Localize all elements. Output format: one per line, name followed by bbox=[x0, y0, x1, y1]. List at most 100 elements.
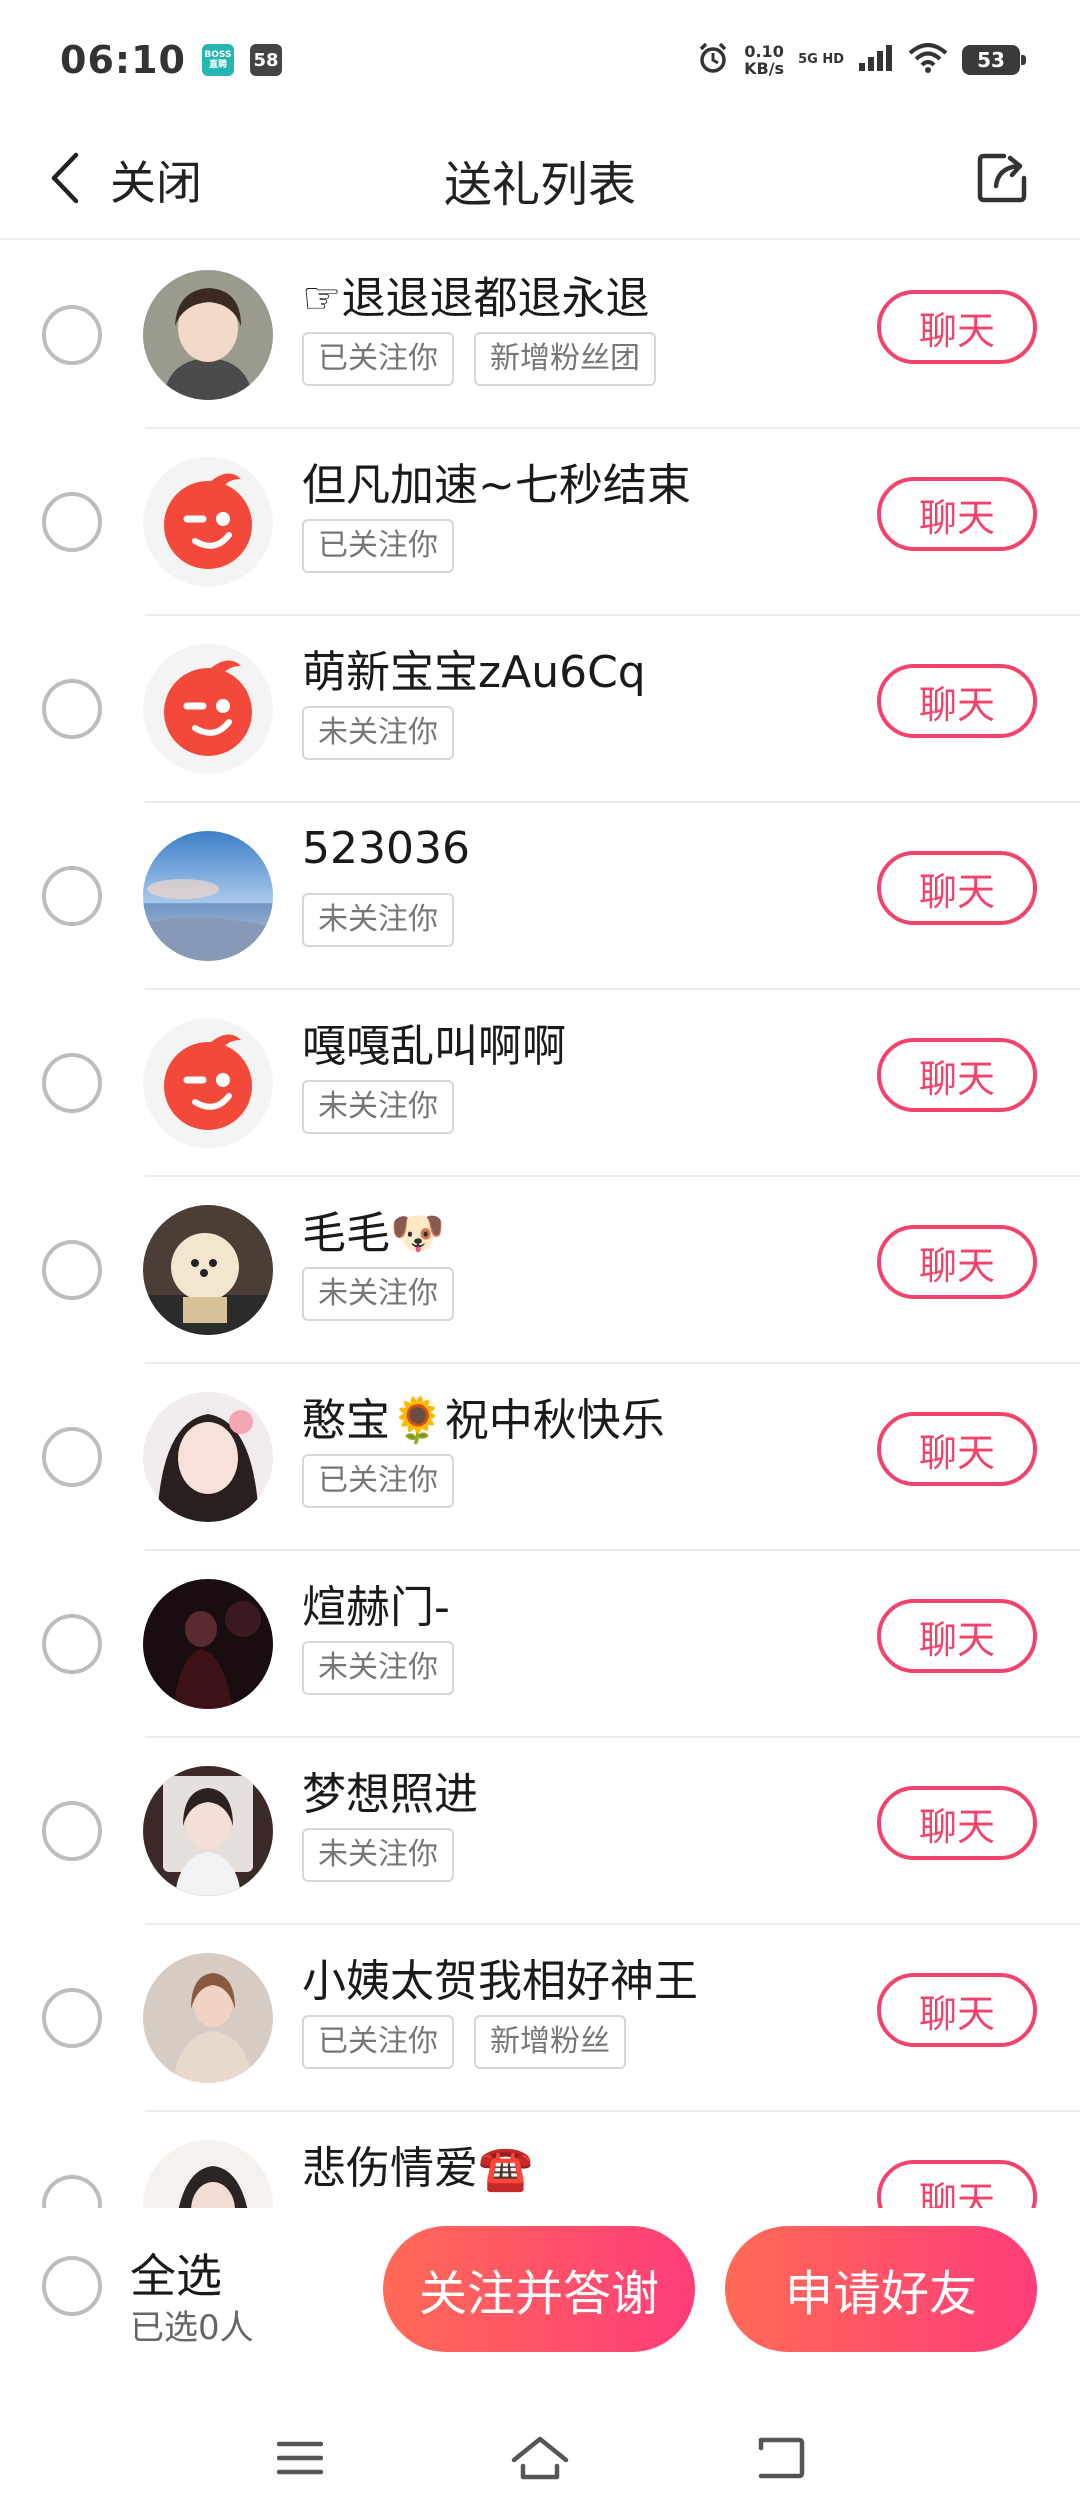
chat-button[interactable]: 聊天 bbox=[877, 664, 1037, 738]
avatar[interactable] bbox=[143, 2140, 273, 2208]
row-checkbox[interactable] bbox=[42, 305, 102, 365]
tag-group: 未关注你 bbox=[302, 1080, 454, 1134]
share-icon bbox=[974, 150, 1030, 210]
follow-and-thank-button[interactable]: 关注并答谢 bbox=[383, 2226, 695, 2352]
selected-count: 已选0人 bbox=[130, 2308, 254, 2348]
tag-group: 未关注你 bbox=[302, 706, 454, 760]
row-checkbox[interactable] bbox=[42, 1614, 102, 1674]
list-item[interactable]: 但凡加速~七秒结束 已关注你 聊天 bbox=[0, 429, 1080, 616]
list-item[interactable]: ☞退退退都退永退 已关注你 新增粉丝团 聊天 bbox=[0, 242, 1080, 429]
status-time: 06:10 bbox=[60, 38, 186, 82]
avatar[interactable] bbox=[143, 270, 273, 400]
list-item[interactable]: 煊赫门- 未关注你 聊天 bbox=[0, 1551, 1080, 1738]
row-checkbox[interactable] bbox=[42, 1427, 102, 1487]
status-bar: 06:10 BOSS直聘 58 0.10 KB/s 5G HD 53 bbox=[0, 0, 1080, 120]
chat-button[interactable]: 聊天 bbox=[877, 290, 1037, 364]
row-checkbox[interactable] bbox=[42, 1053, 102, 1113]
avatar[interactable] bbox=[143, 1766, 273, 1896]
tag-group: 已关注你 新增粉丝 bbox=[302, 2015, 626, 2069]
tag-group: 未关注你 bbox=[302, 1828, 454, 1882]
list-item[interactable]: 憨宝🌻祝中秋快乐 已关注你 聊天 bbox=[0, 1364, 1080, 1551]
chat-button[interactable]: 聊天 bbox=[877, 1225, 1037, 1299]
chat-button[interactable]: 聊天 bbox=[877, 2160, 1037, 2208]
list-item[interactable]: 毛毛🐶 未关注你 聊天 bbox=[0, 1177, 1080, 1364]
username: 悲伤情爱☎️ bbox=[302, 2143, 533, 2194]
list-item[interactable]: 嘎嘎乱叫啊啊 未关注你 聊天 bbox=[0, 990, 1080, 1177]
tag-group: 已关注你 bbox=[302, 1454, 454, 1508]
tag-group: 未关注你 bbox=[302, 1267, 454, 1321]
username: 小姨太贺我相好神王 bbox=[302, 1956, 698, 2007]
status-tag: 新增粉丝 bbox=[474, 2015, 626, 2069]
select-all-label: 全选 bbox=[130, 2249, 222, 2303]
avatar[interactable] bbox=[143, 1018, 273, 1148]
boss-app-icon: BOSS直聘 bbox=[201, 44, 234, 76]
username: 煊赫门- bbox=[302, 1582, 450, 1633]
list-item[interactable]: 小姨太贺我相好神王 已关注你 新增粉丝 聊天 bbox=[0, 1925, 1080, 2112]
tag-group: 已关注你 bbox=[302, 519, 454, 573]
avatar[interactable] bbox=[143, 457, 273, 587]
username: 但凡加速~七秒结束 bbox=[302, 460, 691, 511]
chat-button[interactable]: 聊天 bbox=[877, 1973, 1037, 2047]
avatar[interactable] bbox=[143, 1205, 273, 1335]
status-tag: 未关注你 bbox=[302, 1267, 454, 1321]
row-checkbox[interactable] bbox=[42, 679, 102, 739]
tag-group: 已关注你 新增粉丝团 bbox=[302, 332, 656, 386]
username: 嘎嘎乱叫啊啊 bbox=[302, 1021, 566, 1072]
avatar[interactable] bbox=[143, 831, 273, 961]
row-checkbox[interactable] bbox=[42, 866, 102, 926]
alarm-icon bbox=[696, 41, 730, 79]
net-speed: 0.10 KB/s bbox=[744, 43, 784, 77]
avatar[interactable] bbox=[143, 1392, 273, 1522]
username: 萌新宝宝zAu6Cq bbox=[302, 647, 646, 698]
close-button[interactable]: 关闭 bbox=[50, 138, 202, 222]
status-tag: 未关注你 bbox=[302, 893, 454, 947]
row-checkbox[interactable] bbox=[42, 1240, 102, 1300]
status-tag: 未关注你 bbox=[302, 1641, 454, 1695]
network-type: 5G HD bbox=[798, 52, 844, 67]
header: 关闭 送礼列表 bbox=[0, 120, 1080, 240]
status-tag: 已关注你 bbox=[302, 1454, 454, 1508]
username: ☞退退退都退永退 bbox=[302, 273, 650, 324]
list-item[interactable]: 梦想照进未关注你 聊天 bbox=[0, 1738, 1080, 1925]
chat-button[interactable]: 聊天 bbox=[877, 1786, 1037, 1860]
chat-button[interactable]: 聊天 bbox=[877, 1599, 1037, 1673]
avatar[interactable] bbox=[143, 1579, 273, 1709]
row-checkbox[interactable] bbox=[42, 1801, 102, 1861]
chat-button[interactable]: 聊天 bbox=[877, 851, 1037, 925]
avatar[interactable] bbox=[143, 644, 273, 774]
username: 梦想照进 bbox=[302, 1769, 478, 1820]
menu-button[interactable] bbox=[255, 2420, 345, 2500]
net-speed-unit: KB/s bbox=[744, 59, 785, 78]
select-all-checkbox[interactable] bbox=[42, 2256, 102, 2316]
status-tag: 未关注你 bbox=[302, 1080, 454, 1134]
back-icon bbox=[755, 2436, 805, 2484]
share-button[interactable] bbox=[964, 142, 1040, 218]
chat-button[interactable]: 聊天 bbox=[877, 1038, 1037, 1112]
wifi-icon bbox=[908, 43, 948, 77]
system-navigation-bar bbox=[0, 2400, 1080, 2520]
home-icon bbox=[511, 2436, 569, 2484]
username: 毛毛🐶 bbox=[302, 1208, 445, 1259]
chat-button[interactable]: 聊天 bbox=[877, 477, 1037, 551]
tag-group: 未关注你 bbox=[302, 893, 454, 947]
friend-request-button[interactable]: 申请好友 bbox=[725, 2226, 1037, 2352]
bottom-action-bar: 全选 已选0人 关注并答谢 申请好友 bbox=[0, 2208, 1080, 2366]
back-button[interactable] bbox=[735, 2420, 825, 2500]
chevron-left-icon bbox=[50, 152, 80, 208]
list-item[interactable]: 悲伤情爱☎️ 聊天 bbox=[0, 2112, 1080, 2208]
status-tag: 已关注你 bbox=[302, 2015, 454, 2069]
status-tag: 已关注你 bbox=[302, 519, 454, 573]
home-button[interactable] bbox=[495, 2420, 585, 2500]
row-checkbox[interactable] bbox=[42, 1988, 102, 2048]
list-item[interactable]: 萌新宝宝zAu6Cq 未关注你 聊天 bbox=[0, 616, 1080, 803]
chat-button[interactable]: 聊天 bbox=[877, 1412, 1037, 1486]
avatar[interactable] bbox=[143, 1953, 273, 2083]
username: 523036 bbox=[302, 823, 470, 874]
list-item[interactable]: 523036 未关注你 聊天 bbox=[0, 803, 1080, 990]
gift-list: ☞退退退都退永退 已关注你 新增粉丝团 聊天 但凡加速~七秒结束 已关注你 聊天 萌新宝宝zA… bbox=[0, 242, 1080, 2208]
menu-icon bbox=[276, 2440, 324, 2480]
row-checkbox[interactable] bbox=[42, 2175, 102, 2208]
close-label: 关闭 bbox=[110, 156, 202, 210]
row-checkbox[interactable] bbox=[42, 492, 102, 552]
tag-group: 未关注你 bbox=[302, 1641, 454, 1695]
